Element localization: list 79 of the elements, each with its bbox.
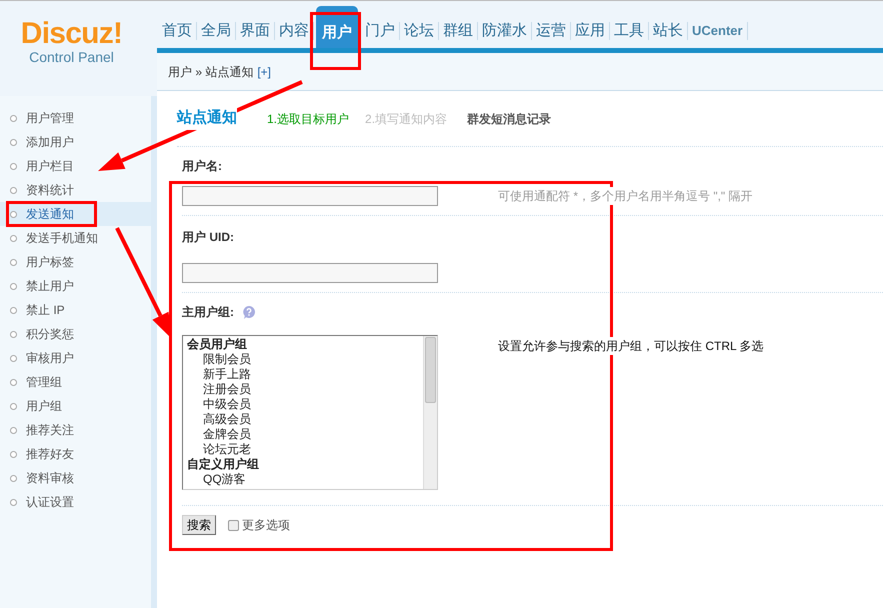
history-link[interactable]: 群发短消息记录 xyxy=(467,110,552,128)
listbox-option[interactable]: 高级会员 xyxy=(187,412,423,427)
bullet-icon xyxy=(10,282,17,290)
page-title: 站点通知 xyxy=(177,107,237,130)
bullet-icon xyxy=(10,426,17,434)
listbox-option[interactable]: QQ游客 xyxy=(187,472,423,487)
bullet-icon xyxy=(10,402,17,410)
sidebar-item[interactable]: 发送手机通知 xyxy=(0,226,151,250)
sidebar-item[interactable]: 积分奖惩 xyxy=(0,322,151,346)
bullet-icon xyxy=(10,162,17,170)
bullet-icon xyxy=(10,306,17,314)
listbox-option[interactable]: 论坛元老 xyxy=(187,442,423,457)
logo: Discuz! xyxy=(20,19,122,49)
highlight-frame xyxy=(310,12,361,70)
sidebar-item[interactable]: 推荐好友 xyxy=(0,442,151,466)
field-label: 用户名: xyxy=(182,159,222,173)
sidebar-item[interactable]: 资料统计 xyxy=(0,178,151,202)
bullet-icon xyxy=(10,210,17,218)
sidebar-item[interactable]: 用户栏目 xyxy=(0,154,151,178)
bullet-icon xyxy=(10,234,17,242)
nav-tab[interactable]: 论坛 xyxy=(402,20,436,42)
nav-tab[interactable]: 首页 xyxy=(160,20,194,42)
bullet-icon xyxy=(10,474,17,482)
sidebar-item[interactable]: 禁止用户 xyxy=(0,274,151,298)
nav-tab[interactable]: 站长 xyxy=(651,20,685,42)
nav-tab[interactable]: 用户 xyxy=(316,6,358,48)
sidebar-item[interactable]: 用户管理 xyxy=(0,106,151,130)
sidebar-item[interactable]: 认证设置 xyxy=(0,490,151,514)
sidebar-item[interactable]: 审核用户 xyxy=(0,346,151,370)
nav-tab[interactable]: 工具 xyxy=(612,20,646,42)
sidebar-item[interactable]: 用户标签 xyxy=(0,250,151,274)
logo-subtitle: Control Panel xyxy=(29,49,114,66)
step-label: 1.选取目标用户 xyxy=(267,110,350,128)
bullet-icon xyxy=(10,114,17,122)
bullet-icon xyxy=(10,186,17,194)
listbox-option[interactable]: 金牌会员 xyxy=(187,427,423,442)
bullet-icon xyxy=(10,354,17,362)
nav-tab[interactable]: UCenter xyxy=(690,20,745,42)
field-label: 主用户组: xyxy=(182,304,234,321)
nav-tab[interactable]: 内容 xyxy=(277,20,311,42)
nav-tab[interactable]: 应用 xyxy=(573,20,607,42)
field-hint: 可使用通配符 *，多个用户名用半角逗号 "," 隔开 xyxy=(498,187,753,205)
sidebar-item[interactable]: 资料审核 xyxy=(0,466,151,490)
nav-tab[interactable]: 群组 xyxy=(441,20,475,42)
sidebar-item[interactable]: 管理组 xyxy=(0,370,151,394)
search-button[interactable]: 搜索 xyxy=(182,515,216,535)
scrollbar[interactable] xyxy=(423,336,437,489)
bullet-icon xyxy=(10,138,17,146)
sidebar-item[interactable]: 添加用户 xyxy=(0,130,151,154)
field-hint: 设置允许参与搜索的用户组，可以按住 CTRL 多选 xyxy=(498,337,764,355)
usergroup-listbox[interactable]: 会员用户组 限制会员 新手上路 注册会员 中级会员 高级会员 金牌会员 论坛元老 自定义用户组 QQ游客 xyxy=(182,335,438,490)
bullet-icon xyxy=(10,378,17,386)
bullet-icon xyxy=(10,498,17,506)
bullet-icon xyxy=(10,450,17,458)
nav-tab[interactable]: 运营 xyxy=(534,20,568,42)
uid-field[interactable] xyxy=(182,263,438,283)
help-icon xyxy=(242,304,256,320)
listbox-option[interactable]: 限制会员 xyxy=(187,352,423,367)
nav-tab[interactable]: 门户 xyxy=(363,20,397,42)
step-label: 2.填写通知内容 xyxy=(365,110,448,128)
option-group-label: 会员用户组 xyxy=(187,337,248,352)
bullet-icon xyxy=(10,330,17,338)
bullet-icon xyxy=(10,258,17,266)
breadcrumb: 用户 » 站点通知 xyxy=(168,64,254,80)
listbox-option[interactable]: 新手上路 xyxy=(187,367,423,382)
sidebar-item[interactable]: 禁止 IP xyxy=(0,298,151,322)
listbox-option[interactable]: 注册会员 xyxy=(187,382,423,397)
username-field[interactable] xyxy=(182,186,438,206)
listbox-option[interactable]: 中级会员 xyxy=(187,397,423,412)
nav-tab[interactable]: 全局 xyxy=(199,20,233,42)
add-shortcut-link[interactable]: [+] xyxy=(257,62,272,80)
checkbox-label[interactable]: 更多选项 xyxy=(242,516,290,534)
sidebar-item[interactable]: 用户组 xyxy=(0,394,151,418)
nav-tab[interactable]: 界面 xyxy=(238,20,272,42)
nav-tab[interactable]: 防灌水 xyxy=(480,20,529,42)
checkbox[interactable] xyxy=(228,520,239,530)
sidebar-item[interactable]: 推荐关注 xyxy=(0,418,151,442)
option-group-label: 自定义用户组 xyxy=(187,457,260,472)
field-label: 用户 UID: xyxy=(182,230,234,244)
